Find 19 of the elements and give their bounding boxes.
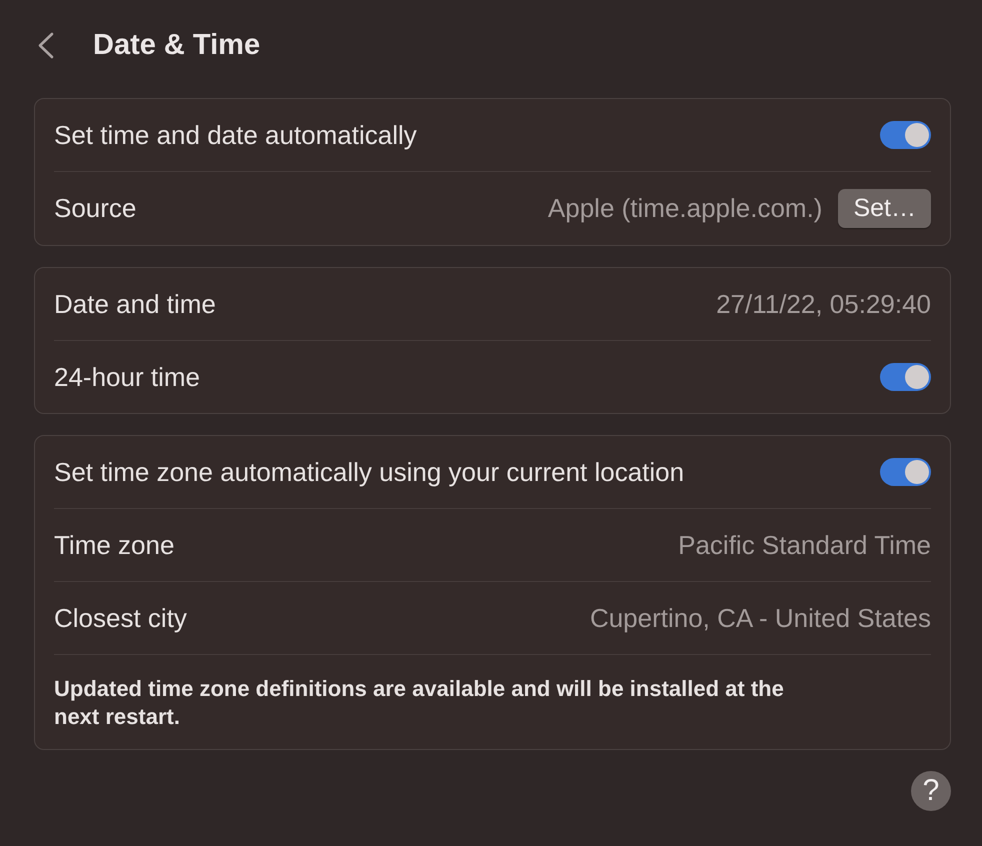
help-button[interactable]: ? [911, 771, 951, 811]
setting-value: Pacific Standard Time [678, 530, 931, 560]
setting-value: 27/11/22, 05:29:40 [716, 288, 931, 320]
setting-label: Set time and date automatically [54, 120, 417, 150]
info-note: Updated time zone definitions are available and will be installed at the next restart. [54, 675, 785, 731]
setting-label: Set time zone automatically using your current location [54, 456, 684, 488]
back-icon[interactable] [37, 32, 54, 58]
setting-label: Closest city [54, 602, 187, 634]
setting-value: Cupertino, CA - United States [590, 602, 931, 634]
setting-label: Source [54, 193, 136, 224]
setting-label: Date and time [54, 288, 216, 320]
toggle-switch[interactable] [880, 363, 931, 391]
setting-value: Apple (time.apple.com.) [548, 193, 822, 224]
toggle-switch[interactable] [880, 121, 931, 149]
setting-label: Time zone [54, 530, 174, 560]
set-button[interactable]: Set… [838, 189, 931, 228]
toggle-switch[interactable] [880, 458, 931, 486]
setting-label: 24-hour time [54, 362, 200, 392]
page-title: Date & Time [93, 28, 260, 62]
